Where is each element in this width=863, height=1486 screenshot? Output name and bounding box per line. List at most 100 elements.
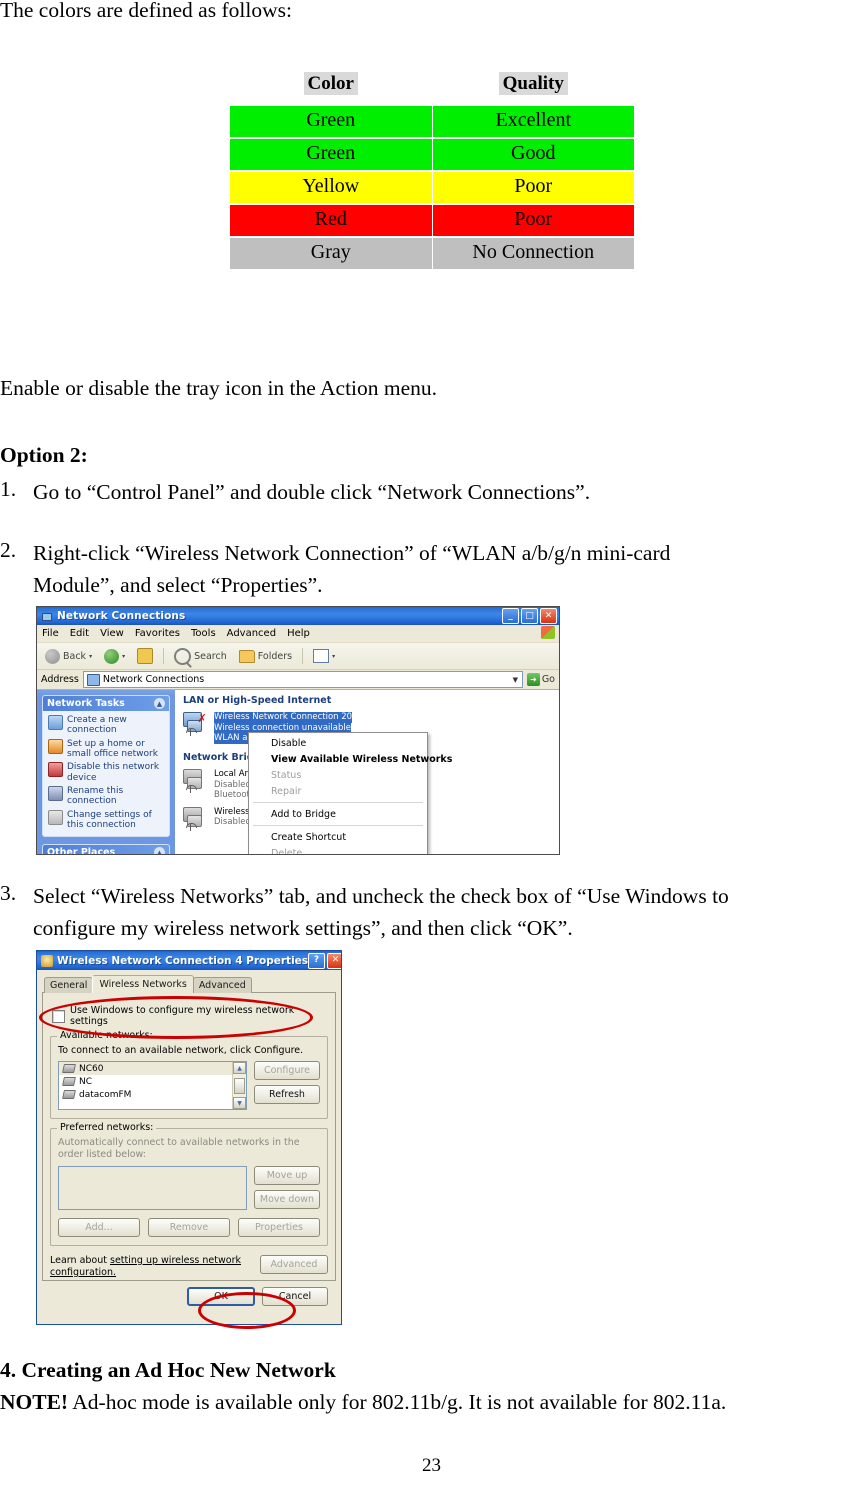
cell-color: Red [230,204,432,236]
preferred-networks-listbox[interactable] [58,1165,247,1210]
list-item[interactable]: NC60 [59,1062,246,1075]
listbox-scrollbar[interactable]: ▲ ▼ [232,1062,246,1109]
menu-item-file[interactable]: File [42,628,59,639]
menu-item-advanced[interactable]: Advanced [227,628,276,639]
context-menu-item-delete: Delete [271,847,303,855]
context-menu-item-disable[interactable]: Disable [249,735,427,751]
ok-button[interactable]: OK [187,1287,255,1306]
dialog-title: Wireless Network Connection 4 Properties [57,954,309,967]
tab-wireless-networks[interactable]: Wireless Networks [92,975,194,993]
close-button[interactable]: ✕ [540,608,557,624]
available-networks-note: To connect to an available network, clic… [58,1045,304,1056]
cell-quality: Poor [432,171,634,203]
use-windows-checkbox[interactable] [52,1009,65,1023]
folders-button[interactable]: Folders [235,649,296,664]
tab-general[interactable]: General [44,977,94,993]
table-row: Green Excellent [230,105,634,137]
forward-button[interactable]: ▾ [100,648,129,665]
cell-color: Green [230,105,432,137]
address-label: Address [41,674,79,685]
collapse-icon[interactable]: ▲ [154,847,165,854]
context-menu[interactable]: Disable View Available Wireless Networks… [248,732,452,855]
move-down-button: Move down [254,1189,320,1209]
up-button[interactable] [133,647,157,665]
available-networks-buttons: Configure Refresh [254,1061,320,1104]
context-menu-separator [253,825,423,826]
scroll-down-icon[interactable]: ▼ [233,1097,246,1109]
menu-item-help[interactable]: Help [287,628,310,639]
wireless-network-icon [62,1077,76,1086]
search-button[interactable]: Search [170,647,231,666]
cancel-button[interactable]: Cancel [262,1287,328,1306]
views-button[interactable]: ▾ [309,648,339,664]
task-rename-connection[interactable]: Rename this connection [46,785,166,809]
address-input[interactable]: Network Connections ▼ [82,671,523,688]
context-menu-item-add-to-bridge[interactable]: Add to Bridge [249,806,427,822]
go-button[interactable]: ➜ Go [526,673,559,686]
cell-color: Yellow [230,171,432,203]
note-paragraph: NOTE! Ad-hoc mode is available only for … [0,1391,726,1414]
tab-advanced[interactable]: Advanced [192,977,252,993]
maximize-button[interactable]: □ [521,608,538,624]
task-sidebar: Network Tasks ▲ Create a new connection … [37,690,175,854]
preferred-networks-bottom-buttons: Add... Remove Properties [58,1217,320,1237]
wireless-adapter-icon: ✗ [183,712,209,736]
refresh-button[interactable]: Refresh [254,1085,320,1104]
collapse-icon[interactable]: ▲ [154,698,165,709]
task-label: Change settings of this connection [67,809,152,831]
remove-button: Remove [148,1217,230,1237]
task-setup-home-network[interactable]: Set up a home or small office network [46,738,166,762]
dialog-client-area: General Wireless Networks Advanced Use W… [37,970,341,1311]
properties-button: Properties [238,1217,320,1237]
cell-quality: No Connection [432,237,634,269]
network-name: NC [79,1076,93,1087]
step-1-number: 1. [0,477,17,501]
scroll-up-icon[interactable]: ▲ [233,1062,246,1074]
menu-item-tools[interactable]: Tools [191,628,216,639]
menu-bar: File Edit View Favorites Tools Advanced … [37,625,559,643]
scrollbar-thumb[interactable] [234,1077,245,1094]
window-title-bar: Network Connections _ □ ✕ [37,607,559,625]
menu-item-edit[interactable]: Edit [70,628,89,639]
window-title: Network Connections [57,610,186,622]
step-3-number: 3. [0,881,17,905]
context-menu-item-view-available-networks[interactable]: View Available Wireless Networks [249,751,452,767]
list-item[interactable]: NC [59,1075,246,1088]
close-button[interactable]: ✕ [327,952,341,969]
menu-item-view[interactable]: View [100,628,124,639]
preferred-networks-legend: Preferred networks: [57,1122,157,1133]
back-button[interactable]: Back ▾ [41,648,96,665]
cell-quality: Excellent [432,105,634,137]
available-networks-group: Available networks: To connect to an ava… [50,1030,328,1119]
wireless-bridge-icon [183,806,209,831]
network-bridge-icon [183,768,209,793]
context-menu-item-create-shortcut[interactable]: Create Shortcut [249,829,427,845]
minimize-button[interactable]: _ [502,608,519,624]
menu-item-favorites[interactable]: Favorites [135,628,180,639]
dialog-footer: OK Cancel [42,1281,336,1306]
table-row: Green Good [230,138,634,170]
chevron-down-icon[interactable]: ▼ [509,673,522,686]
table-row: Gray No Connection [230,237,634,269]
available-networks-listbox[interactable]: NC60 NC datacomFM ▲ ▼ [58,1061,247,1110]
task-disable-device[interactable]: Disable this network device [46,761,166,785]
new-connection-icon [48,715,63,730]
windows-logo-icon [541,626,555,639]
task-change-settings[interactable]: Change settings of this connection [46,809,166,833]
table-header-quality: Quality [433,70,635,104]
wireless-properties-dialog[interactable]: Wireless Network Connection 4 Properties… [36,950,342,1325]
connections-list-area: LAN or High-Speed Internet ✗ Wireless Ne… [175,690,559,855]
available-networks-legend: Available networks: [57,1030,156,1041]
section4-heading: 4. Creating an Ad Hoc New Network [0,1358,336,1382]
help-button[interactable]: ? [308,952,326,969]
network-tasks-header[interactable]: Network Tasks ▲ [43,696,169,711]
add-button[interactable]: Add... [58,1217,140,1237]
task-create-connection[interactable]: Create a new connection [46,714,166,738]
network-connections-window[interactable]: Network Connections _ □ ✕ File Edit View… [36,606,560,855]
page-number: 23 [422,1455,441,1476]
table-row: Red Poor [230,204,634,236]
use-windows-checkbox-row[interactable]: Use Windows to configure my wireless net… [52,1005,328,1027]
other-places-header[interactable]: Other Places ▲ [43,845,169,854]
table-header-color: Color [230,70,432,104]
list-item[interactable]: datacomFM [59,1088,246,1101]
